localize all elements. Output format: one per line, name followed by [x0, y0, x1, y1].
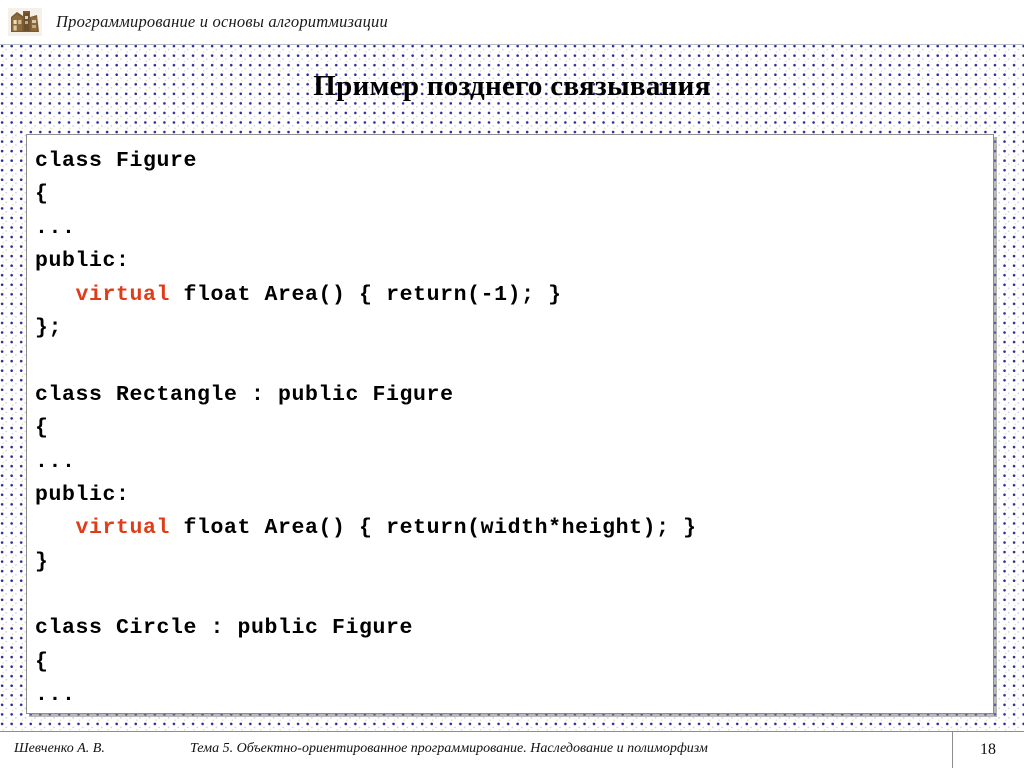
- code-line: }: [35, 549, 49, 574]
- book-stack-icon: [8, 8, 42, 36]
- code-line: public:: [35, 482, 130, 507]
- page-title: Пример позднего связывания: [313, 70, 711, 102]
- code-line: class Circle : public Figure: [35, 616, 414, 641]
- code-line: class Rectangle : public Figure: [35, 382, 454, 407]
- code-block-content: class Figure {... public: virtual float Ar…: [27, 135, 993, 714]
- code-keyword-virtual: virtual: [75, 282, 171, 307]
- footer-topic: Тема 5. Объектно-ориентированное програм…: [190, 741, 708, 756]
- slide-header: Программирование и основы алгоритмизации: [0, 0, 1024, 45]
- slide-root: Программирование и основы алгоритмизации…: [0, 0, 1024, 768]
- header-title: Программирование и основы алгоритмизации: [56, 12, 388, 31]
- code-line: ...: [35, 683, 76, 708]
- code-line: ...: [35, 449, 76, 474]
- code-line: virtual float Area() { return(width*heig…: [75, 516, 697, 541]
- code-line: virtual float Area() { return(-1); }: [75, 282, 562, 307]
- footer-page-number: 18: [980, 741, 996, 758]
- slide-footer: Шевченко А. В. Тема 5. Объектно-ориентир…: [0, 731, 1024, 768]
- code-line: };: [35, 315, 63, 340]
- code-keyword-virtual: virtual: [75, 516, 171, 541]
- code-line: class Figure: [35, 149, 198, 173]
- code-line: public:: [35, 713, 993, 714]
- code-line: ...: [35, 215, 76, 240]
- footer-author: Шевченко А. В.: [14, 741, 105, 756]
- code-line: {: [35, 182, 49, 207]
- code-line: {: [35, 416, 49, 441]
- code-block: class Figure {... public: virtual float Ar…: [26, 134, 994, 714]
- code-line: {: [35, 649, 49, 674]
- code-line: public:: [35, 249, 130, 274]
